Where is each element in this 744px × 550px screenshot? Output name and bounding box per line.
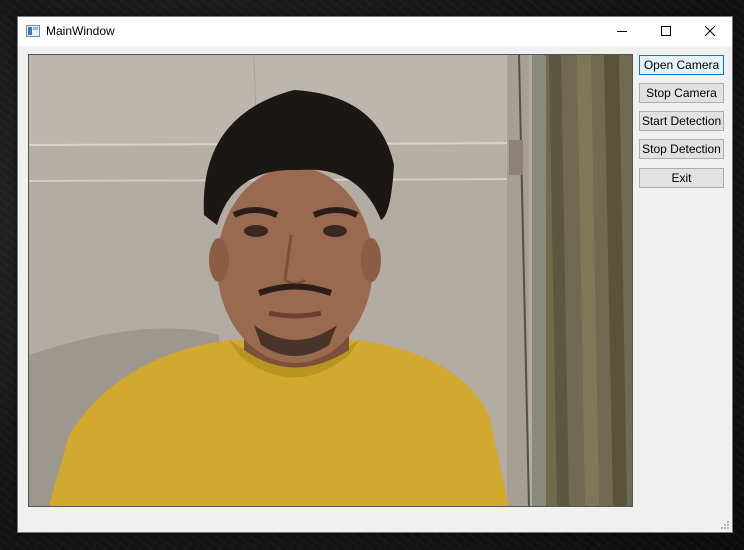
camera-frame-image [29,55,632,506]
open-camera-button[interactable]: Open Camera [639,55,724,75]
window-title: MainWindow [46,24,115,38]
minimize-icon [617,31,627,32]
maximize-icon [661,26,671,36]
start-detection-button[interactable]: Start Detection [639,111,724,131]
exit-button[interactable]: Exit [639,168,724,188]
stop-camera-button[interactable]: Stop Camera [639,83,724,103]
main-window: MainWindow Open Camera Stop Camera Start… [17,16,733,533]
status-bar [18,512,732,532]
stop-detection-button[interactable]: Stop Detection [639,139,724,159]
size-grip-icon[interactable] [720,520,730,530]
close-icon [705,26,715,36]
close-button[interactable] [688,17,732,46]
title-bar[interactable]: MainWindow [18,17,732,46]
minimize-button[interactable] [600,17,644,46]
app-icon [26,25,40,37]
maximize-button[interactable] [644,17,688,46]
camera-feed [28,54,633,507]
